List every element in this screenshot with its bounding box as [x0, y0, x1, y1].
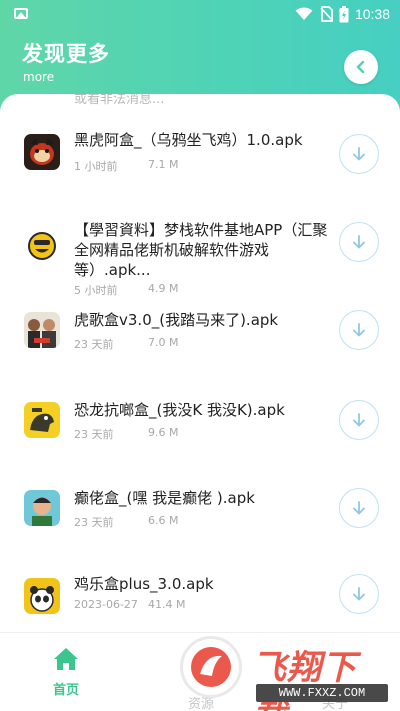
- item-time: 23 天前: [74, 338, 114, 351]
- download-arrow-icon: [353, 323, 365, 337]
- page-title: 发现更多: [22, 42, 110, 66]
- home-icon: [54, 648, 78, 670]
- item-meta: 23 天前 7.0 M: [74, 336, 178, 352]
- download-button[interactable]: [339, 488, 379, 528]
- item-title: 鸡乐盒plus_3.0.apk: [74, 575, 214, 593]
- item-size: 41.4 M: [148, 598, 186, 611]
- page-subtitle: more: [23, 70, 55, 84]
- item-time: 2023-06-27: [74, 598, 138, 611]
- item-size: 6.6 M: [148, 514, 179, 527]
- download-arrow-icon: [353, 235, 365, 249]
- download-button[interactable]: [339, 574, 379, 614]
- item-meta: 2023-06-27 41.4 M: [74, 598, 185, 611]
- item-size: 7.1 M: [148, 158, 179, 171]
- download-button[interactable]: [339, 400, 379, 440]
- nav-home-label: 首页: [52, 683, 79, 698]
- download-arrow-icon: [353, 501, 365, 515]
- nav-item-home[interactable]: 首页: [38, 647, 94, 698]
- watermark: 飞翔下载 WWW.FXXZ.COM: [176, 632, 390, 711]
- item-size: 9.6 M: [148, 426, 179, 439]
- back-button[interactable]: [344, 50, 378, 84]
- crazy-guy-app-icon: [24, 490, 60, 526]
- no-sim-icon: [320, 6, 333, 22]
- download-arrow-icon: [353, 413, 365, 427]
- item-size: 7.0 M: [148, 336, 179, 349]
- item-time: 23 天前: [74, 516, 114, 529]
- download-arrow-icon: [353, 147, 365, 161]
- panda-box-app-icon: [24, 578, 60, 614]
- wifi-icon: [295, 7, 313, 20]
- watermark-logo-icon: [180, 636, 242, 698]
- item-title: 恐龙抗啷盒_(我没K 我没K).apk: [74, 401, 285, 419]
- item-title: 黑虎阿盒_（乌鸦坐飞鸡）1.0.apk: [74, 131, 303, 149]
- watermark-url: WWW.FXXZ.COM: [256, 684, 388, 702]
- download-arrow-icon: [353, 587, 365, 601]
- battery-icon: [339, 5, 349, 22]
- item-time: 23 天前: [74, 428, 114, 441]
- item-time: 5 小时前: [74, 284, 118, 297]
- item-title: 虎歌盒v3.0_(我踏马来了).apk: [74, 311, 279, 329]
- item-meta: 23 天前 6.6 M: [74, 514, 178, 530]
- black-tiger-app-icon: [24, 134, 60, 170]
- download-button[interactable]: [339, 134, 379, 174]
- item-meta: 23 天前 9.6 M: [74, 426, 178, 442]
- item-meta: 5 小时前 4.9 M: [74, 282, 178, 298]
- item-size: 4.9 M: [148, 282, 179, 295]
- download-button[interactable]: [339, 222, 379, 262]
- item-title: 【學習資料】梦栈软件基地APP（汇聚全网精品佬斯机破解软件游戏等）.apk...: [74, 221, 328, 279]
- status-bar: 10:38: [0, 0, 400, 28]
- clock: 10:38: [354, 6, 390, 22]
- file-list-card: 或看非法消息... 黑虎阿盒_（乌鸦坐飞鸡）1.0.apk 1 小时前 7.1 …: [0, 94, 400, 654]
- gallery-notification-icon: [14, 8, 28, 19]
- partially-hidden-item-text: 或看非法消息...: [74, 94, 165, 107]
- dino-box-app-icon: [24, 402, 60, 438]
- item-meta: 1 小时前 7.1 M: [74, 158, 178, 174]
- huge-box-app-icon: [24, 312, 60, 348]
- item-time: 1 小时前: [74, 160, 118, 173]
- yellow-face-app-icon: [24, 228, 60, 264]
- item-title: 癫佬盒_(嘿 我是癫佬 ).apk: [74, 489, 255, 507]
- download-button[interactable]: [339, 310, 379, 350]
- chevron-left-icon: [356, 60, 365, 74]
